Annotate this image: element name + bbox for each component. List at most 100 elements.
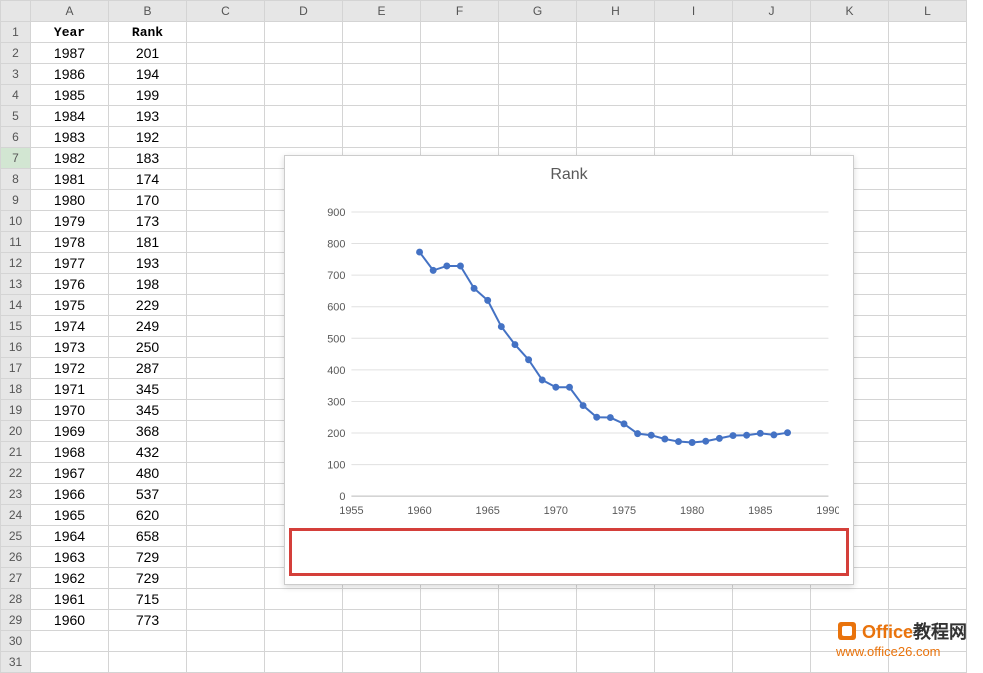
cell-B31[interactable]: [109, 652, 187, 673]
cell-A14[interactable]: 1975: [31, 295, 109, 316]
cell-B11[interactable]: 181: [109, 232, 187, 253]
cell-J4[interactable]: [733, 85, 811, 106]
cell-E3[interactable]: [343, 64, 421, 85]
row-header[interactable]: 26: [1, 547, 31, 568]
cell-A12[interactable]: 1977: [31, 253, 109, 274]
cell-L4[interactable]: [889, 85, 967, 106]
row-header[interactable]: 16: [1, 337, 31, 358]
cell-A13[interactable]: 1976: [31, 274, 109, 295]
cell-G31[interactable]: [499, 652, 577, 673]
cell-L16[interactable]: [889, 337, 967, 358]
cell-A18[interactable]: 1971: [31, 379, 109, 400]
cell-F4[interactable]: [421, 85, 499, 106]
cell-B1[interactable]: Rank: [109, 22, 187, 43]
cell-A6[interactable]: 1983: [31, 127, 109, 148]
cell-K1[interactable]: [811, 22, 889, 43]
cell-A11[interactable]: 1978: [31, 232, 109, 253]
cell-B21[interactable]: 432: [109, 442, 187, 463]
row-header[interactable]: 1: [1, 22, 31, 43]
cell-A1[interactable]: Year: [31, 22, 109, 43]
cell-B14[interactable]: 229: [109, 295, 187, 316]
cell-L7[interactable]: [889, 148, 967, 169]
cell-A19[interactable]: 1970: [31, 400, 109, 421]
row-header[interactable]: 17: [1, 358, 31, 379]
cell-L26[interactable]: [889, 547, 967, 568]
cell-L1[interactable]: [889, 22, 967, 43]
cell-A30[interactable]: [31, 631, 109, 652]
cell-L23[interactable]: [889, 484, 967, 505]
cell-C18[interactable]: [187, 379, 265, 400]
cell-C22[interactable]: [187, 463, 265, 484]
column-header-A[interactable]: A: [31, 1, 109, 22]
cell-G5[interactable]: [499, 106, 577, 127]
cell-L24[interactable]: [889, 505, 967, 526]
cell-I1[interactable]: [655, 22, 733, 43]
cell-B6[interactable]: 192: [109, 127, 187, 148]
cell-I28[interactable]: [655, 589, 733, 610]
column-header-F[interactable]: F: [421, 1, 499, 22]
cell-H30[interactable]: [577, 631, 655, 652]
cell-A22[interactable]: 1967: [31, 463, 109, 484]
cell-A25[interactable]: 1964: [31, 526, 109, 547]
cell-B29[interactable]: 773: [109, 610, 187, 631]
cell-B17[interactable]: 287: [109, 358, 187, 379]
cell-J3[interactable]: [733, 64, 811, 85]
cell-F6[interactable]: [421, 127, 499, 148]
cell-A2[interactable]: 1987: [31, 43, 109, 64]
cell-F30[interactable]: [421, 631, 499, 652]
cell-A3[interactable]: 1986: [31, 64, 109, 85]
cell-H3[interactable]: [577, 64, 655, 85]
cell-K5[interactable]: [811, 106, 889, 127]
cell-B30[interactable]: [109, 631, 187, 652]
cell-B20[interactable]: 368: [109, 421, 187, 442]
cell-L28[interactable]: [889, 589, 967, 610]
cell-K3[interactable]: [811, 64, 889, 85]
cell-K28[interactable]: [811, 589, 889, 610]
cell-J29[interactable]: [733, 610, 811, 631]
cell-G6[interactable]: [499, 127, 577, 148]
cell-A7[interactable]: 1982: [31, 148, 109, 169]
cell-L3[interactable]: [889, 64, 967, 85]
cell-B5[interactable]: 193: [109, 106, 187, 127]
cell-B19[interactable]: 345: [109, 400, 187, 421]
cell-E30[interactable]: [343, 631, 421, 652]
cell-L27[interactable]: [889, 568, 967, 589]
cell-K6[interactable]: [811, 127, 889, 148]
cell-D5[interactable]: [265, 106, 343, 127]
cell-I3[interactable]: [655, 64, 733, 85]
cell-H1[interactable]: [577, 22, 655, 43]
cell-G2[interactable]: [499, 43, 577, 64]
cell-D4[interactable]: [265, 85, 343, 106]
cell-C8[interactable]: [187, 169, 265, 190]
cell-L21[interactable]: [889, 442, 967, 463]
cell-B27[interactable]: 729: [109, 568, 187, 589]
row-header[interactable]: 15: [1, 316, 31, 337]
cell-L25[interactable]: [889, 526, 967, 547]
cell-A4[interactable]: 1985: [31, 85, 109, 106]
row-header[interactable]: 4: [1, 85, 31, 106]
cell-B12[interactable]: 193: [109, 253, 187, 274]
row-header[interactable]: 24: [1, 505, 31, 526]
cell-L17[interactable]: [889, 358, 967, 379]
cell-J1[interactable]: [733, 22, 811, 43]
cell-B8[interactable]: 174: [109, 169, 187, 190]
row-header[interactable]: 12: [1, 253, 31, 274]
cell-B24[interactable]: 620: [109, 505, 187, 526]
cell-A9[interactable]: 1980: [31, 190, 109, 211]
cell-J28[interactable]: [733, 589, 811, 610]
row-header[interactable]: 10: [1, 211, 31, 232]
cell-D28[interactable]: [265, 589, 343, 610]
cell-F3[interactable]: [421, 64, 499, 85]
row-header[interactable]: 9: [1, 190, 31, 211]
cell-A31[interactable]: [31, 652, 109, 673]
cell-A16[interactable]: 1973: [31, 337, 109, 358]
cell-H4[interactable]: [577, 85, 655, 106]
cell-L8[interactable]: [889, 169, 967, 190]
cell-C9[interactable]: [187, 190, 265, 211]
row-header[interactable]: 6: [1, 127, 31, 148]
cell-B15[interactable]: 249: [109, 316, 187, 337]
cell-A29[interactable]: 1960: [31, 610, 109, 631]
cell-G29[interactable]: [499, 610, 577, 631]
cell-E4[interactable]: [343, 85, 421, 106]
cell-D6[interactable]: [265, 127, 343, 148]
